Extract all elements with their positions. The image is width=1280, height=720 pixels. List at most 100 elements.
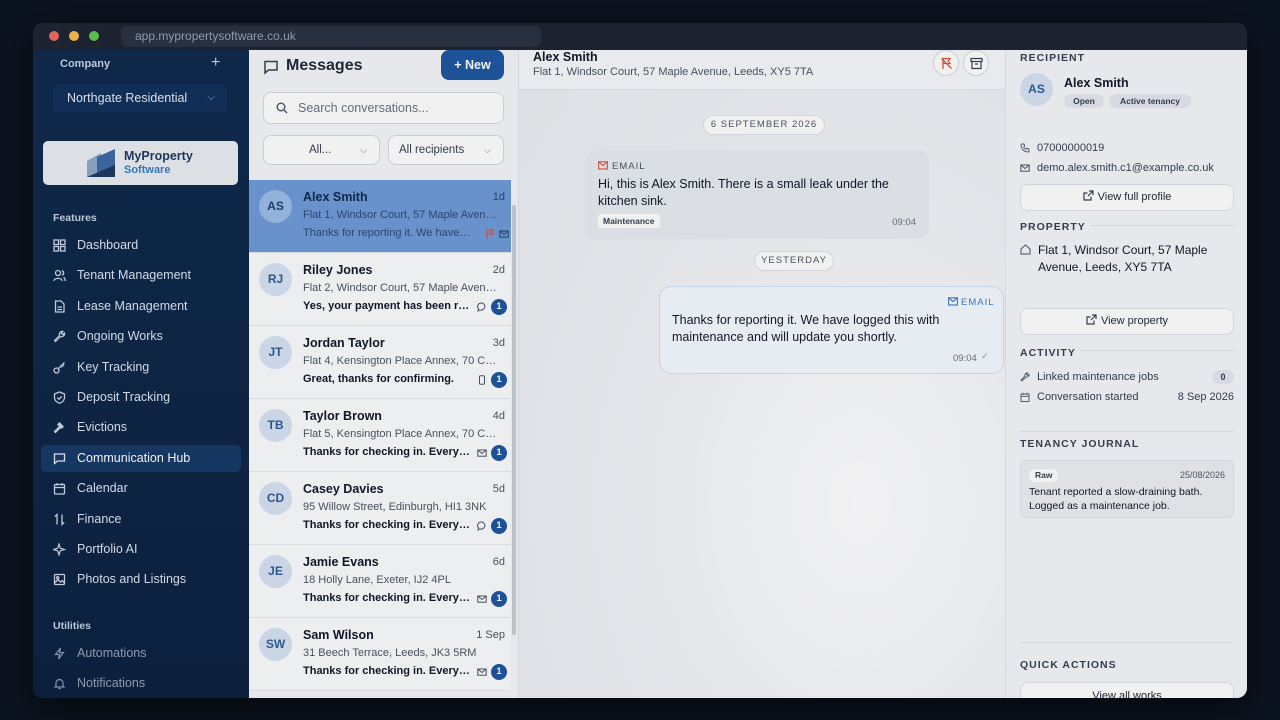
divider	[1020, 642, 1234, 643]
view-all-works-button[interactable]: View all works	[1020, 682, 1234, 698]
date-separator: 6 SEPTEMBER 2026	[703, 115, 825, 135]
journal-section-label: TENANCY JOURNAL	[1020, 438, 1140, 450]
avatar: SW	[259, 628, 292, 661]
avatar: AS	[259, 190, 292, 223]
bolt-icon	[54, 647, 65, 660]
conversation-item-casey-davies[interactable]: CD Casey Davies 5d 95 Willow Street, Edi…	[249, 472, 511, 545]
sidebar-item-portfolio-ai[interactable]: Portfolio AI	[41, 536, 241, 563]
message-channel-label: EMAIL	[961, 297, 995, 308]
sidebar-item-automations[interactable]: Automations	[41, 640, 241, 667]
archive-conversation-button[interactable]	[963, 50, 989, 76]
users-icon	[53, 269, 66, 282]
details-panel: RECIPIENT AS Alex Smith Open Active tena…	[1005, 50, 1247, 698]
outbound-message: EMAIL Thanks for reporting it. We have l…	[659, 286, 1004, 374]
wrench-icon	[1020, 372, 1030, 382]
features-section-label: Features	[53, 212, 97, 224]
chevron-down-icon: ⌵	[360, 145, 367, 155]
wrench-icon	[53, 330, 66, 343]
journal-date: 25/08/2026	[1179, 470, 1225, 480]
conversation-time: 3d	[492, 337, 505, 349]
conversation-list-scrollbar[interactable]	[512, 205, 516, 635]
logo-text-secondary: Software	[124, 164, 171, 176]
chevron-down-icon: ⌵	[484, 145, 491, 155]
building-logo-icon	[87, 149, 115, 177]
conversation-time: 1 Sep	[476, 629, 505, 641]
sidebar-item-calendar[interactable]: Calendar	[41, 475, 241, 502]
company-select[interactable]: Northgate Residential ⌵	[53, 84, 227, 112]
conversation-item-jamie-evans[interactable]: JE Jamie Evans 6d 18 Holly Lane, Exeter,…	[249, 545, 511, 618]
email-value: demo.alex.smith.c1@example.co.uk	[1037, 162, 1214, 174]
sidebar-item-ongoing-works[interactable]: Ongoing Works	[41, 323, 241, 350]
journal-entry[interactable]: Raw 25/08/2026 Tenant reported a slow-dr…	[1020, 460, 1234, 518]
avatar: JT	[259, 336, 292, 369]
chevron-down-icon: ⌵	[207, 92, 215, 103]
brand-logo[interactable]: MyProperty Software	[43, 141, 238, 185]
divider	[1020, 431, 1234, 432]
conversation-time: 5d	[492, 483, 505, 495]
sidebar-item-key-tracking[interactable]: Key Tracking	[41, 354, 241, 381]
recipient-email[interactable]: demo.alex.smith.c1@example.co.uk	[1020, 162, 1214, 174]
view-property-button[interactable]: View property	[1020, 308, 1234, 335]
journal-text: Tenant reported a slow-draining bath. Lo…	[1029, 486, 1203, 512]
conversation-preview: Yes, your payment has been rec...	[303, 300, 471, 312]
sidebar-item-lease-management[interactable]: Lease Management	[41, 293, 241, 320]
conversation-item-sam-wilson[interactable]: SW Sam Wilson 1 Sep 31 Beech Terrace, Le…	[249, 618, 511, 691]
address-bar[interactable]: app.mypropertysoftware.co.uk	[121, 26, 541, 47]
recipient-phone[interactable]: 07000000019	[1020, 142, 1104, 154]
conversation-item-jordan-taylor[interactable]: JT Jordan Taylor 3d Flat 4, Kensington P…	[249, 326, 511, 399]
sidebar-item-photos-and-listings[interactable]: Photos and Listings	[41, 566, 241, 593]
home-icon	[1020, 244, 1031, 255]
maximize-window-button[interactable]	[89, 31, 99, 41]
unread-badge: 1	[491, 664, 507, 680]
sidebar-item-dashboard[interactable]: Dashboard	[41, 232, 241, 259]
property-address: Flat 1, Windsor Court, 57 Maple Avenue, …	[1020, 242, 1230, 276]
new-message-button[interactable]: + New	[441, 50, 504, 80]
sidebar-item-notifications[interactable]: Notifications	[41, 670, 241, 697]
search-icon	[276, 102, 288, 114]
sidebar-item-deposit-tracking[interactable]: Deposit Tracking	[41, 384, 241, 411]
sidebar-item-tenant-management[interactable]: Tenant Management	[41, 262, 241, 289]
conversation-item-alex-smith[interactable]: AS Alex Smith 1d Flat 1, Windsor Court, …	[249, 180, 511, 253]
conversation-started-label: Conversation started	[1037, 391, 1139, 403]
avatar: CD	[259, 482, 292, 515]
conversation-address: Flat 4, Kensington Place Annex, 70 Cedar…	[303, 355, 498, 367]
flag-conversation-button[interactable]	[933, 50, 959, 76]
calendar-icon	[53, 483, 66, 495]
sidebar-item-finance[interactable]: Finance	[41, 506, 241, 533]
sidebar-item-evictions[interactable]: Evictions	[41, 414, 241, 441]
sidebar-item-label: Portfolio AI	[77, 542, 138, 556]
avatar: AS	[1020, 73, 1053, 106]
sidebar-item-communication-hub[interactable]: Communication Hub	[41, 445, 241, 472]
view-full-profile-button[interactable]: View full profile	[1020, 184, 1234, 211]
bell-icon	[53, 678, 66, 690]
search-placeholder: Search conversations...	[298, 101, 429, 115]
minimize-window-button[interactable]	[69, 31, 79, 41]
recipients-filter-select[interactable]: All recipients ⌵	[388, 135, 504, 165]
logo-text-primary: MyProperty	[124, 149, 193, 163]
close-window-button[interactable]	[49, 31, 59, 41]
search-conversations-input[interactable]: Search conversations...	[263, 92, 504, 124]
email-icon	[499, 230, 509, 238]
flag-icon	[486, 229, 495, 239]
add-company-button[interactable]: +	[211, 54, 220, 72]
avatar: RJ	[259, 263, 292, 296]
status-filter-select[interactable]: All... ⌵	[263, 135, 380, 165]
flag-off-icon	[941, 57, 952, 69]
external-link-icon	[1086, 314, 1097, 325]
message-thread: Alex Smith Flat 1, Windsor Court, 57 Map…	[519, 50, 1005, 698]
sidebar: Company + Northgate Residential ⌵ MyProp…	[33, 50, 249, 698]
file-icon	[54, 300, 65, 313]
journal-tag: Raw	[1029, 469, 1059, 482]
conversation-item-riley-jones[interactable]: RJ Riley Jones 2d Flat 2, Windsor Court,…	[249, 253, 511, 326]
unread-badge: 1	[491, 299, 507, 315]
conversation-name: Riley Jones	[303, 263, 373, 277]
property-address-text: Flat 1, Windsor Court, 57 Maple Avenue, …	[1038, 243, 1208, 274]
conversation-name: Jordan Taylor	[303, 336, 385, 350]
sidebar-item-label: Evictions	[77, 420, 128, 434]
message-icon	[264, 60, 278, 75]
conversation-address: Flat 1, Windsor Court, 57 Maple Avenue, …	[303, 209, 498, 221]
shield-icon	[53, 391, 66, 404]
conversation-item-taylor-brown[interactable]: TB Taylor Brown 4d Flat 5, Kensington Pl…	[249, 399, 511, 472]
status-badge: Open	[1064, 94, 1104, 108]
unread-badge: 1	[491, 518, 507, 534]
